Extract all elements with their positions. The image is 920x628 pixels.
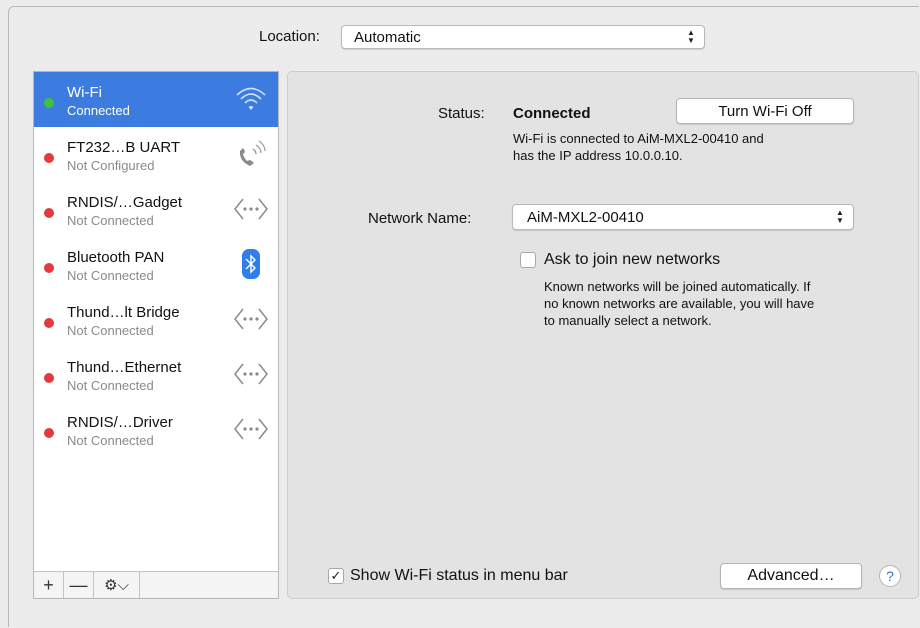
service-list-toolbar: + — ⚙⌵ — [34, 571, 278, 598]
service-name: FT232…B UART — [67, 139, 181, 156]
service-item-ft232[interactable]: FT232…B UART Not Configured — [34, 127, 278, 182]
location-row: Location: Automatic ▲ ▼ — [9, 25, 919, 49]
service-item-bluetooth-pan[interactable]: Bluetooth PAN Not Connected — [34, 237, 278, 292]
service-name: RNDIS/…Gadget — [67, 194, 183, 211]
status-dot — [44, 263, 54, 273]
ask-description-line1: Known networks will be joined automatica… — [544, 279, 811, 294]
service-status: Not Connected — [67, 378, 154, 393]
wifi-detail-panel: Status: Connected Turn Wi-Fi Off Wi-Fi i… — [287, 71, 919, 599]
service-name: RNDIS/…Driver — [67, 414, 173, 431]
service-item-thunderbolt-ethernet[interactable]: Thund…Ethernet Not Connected — [34, 347, 278, 402]
location-label: Location: — [259, 28, 320, 45]
service-status: Not Connected — [67, 433, 154, 448]
service-status: Not Connected — [67, 213, 154, 228]
service-status: Not Connected — [67, 268, 154, 283]
ethernet-icon — [234, 308, 268, 330]
service-item-rndis-driver[interactable]: RNDIS/…Driver Not Connected — [34, 402, 278, 457]
service-list: Wi-Fi Connected FT232…B UART Not Configu… — [33, 71, 279, 599]
ethernet-icon — [234, 363, 268, 385]
status-dot — [44, 373, 54, 383]
service-name: Bluetooth PAN — [67, 249, 165, 266]
status-value: Connected — [513, 105, 591, 122]
popup-arrows-icon: ▲ ▼ — [836, 208, 844, 225]
service-status: Not Connected — [67, 323, 154, 338]
phone-icon — [239, 140, 266, 166]
status-dot — [44, 208, 54, 218]
location-popup[interactable]: Automatic ▲ ▼ — [341, 25, 705, 49]
show-wifi-status-label: Show Wi-Fi status in menu bar — [350, 567, 568, 584]
service-item-wifi[interactable]: Wi-Fi Connected — [34, 72, 278, 127]
network-name-value: AiM-MXL2-00410 — [527, 209, 644, 226]
popup-arrows-icon: ▲ ▼ — [687, 28, 695, 45]
network-name-popup[interactable]: AiM-MXL2-00410 ▲ ▼ — [512, 204, 854, 230]
add-service-button[interactable]: + — [34, 572, 64, 598]
status-label: Status: — [438, 105, 485, 122]
network-preferences-window: Location: Automatic ▲ ▼ Wi-Fi Connected F… — [8, 6, 919, 627]
wifi-icon — [236, 87, 266, 110]
ask-to-join-label: Ask to join new networks — [544, 251, 721, 268]
service-name: Thund…Ethernet — [67, 359, 182, 376]
advanced-button[interactable]: Advanced… — [720, 563, 862, 589]
service-item-thunderbolt-bridge[interactable]: Thund…lt Bridge Not Connected — [34, 292, 278, 347]
service-status: Connected — [67, 103, 130, 118]
ask-description-line2: no known networks are available, you wil… — [544, 296, 815, 311]
service-name: Wi-Fi — [67, 84, 102, 101]
status-dot — [44, 98, 54, 108]
ethernet-icon — [234, 418, 268, 440]
ethernet-icon — [234, 198, 268, 220]
status-dot — [44, 318, 54, 328]
service-item-rndis-gadget[interactable]: RNDIS/…Gadget Not Connected — [34, 182, 278, 237]
bluetooth-icon — [242, 249, 260, 279]
ask-description-line3: to manually select a network. — [544, 313, 712, 328]
status-description-line2: has the IP address 10.0.0.10. — [513, 148, 683, 163]
status-dot — [44, 153, 54, 163]
ask-to-join-checkbox[interactable] — [520, 252, 536, 268]
location-value: Automatic — [354, 29, 421, 46]
show-wifi-status-checkbox[interactable]: ✓ — [328, 568, 344, 584]
turn-wifi-off-button[interactable]: Turn Wi-Fi Off — [676, 98, 854, 124]
gear-menu-button[interactable]: ⚙⌵ — [94, 572, 140, 598]
help-button[interactable]: ? — [879, 565, 901, 587]
service-status: Not Configured — [67, 158, 155, 173]
status-description-line1: Wi-Fi is connected to AiM-MXL2-00410 and — [513, 131, 764, 146]
service-name: Thund…lt Bridge — [67, 304, 180, 321]
status-dot — [44, 428, 54, 438]
remove-service-button[interactable]: — — [64, 572, 94, 598]
network-name-label: Network Name: — [368, 210, 472, 227]
